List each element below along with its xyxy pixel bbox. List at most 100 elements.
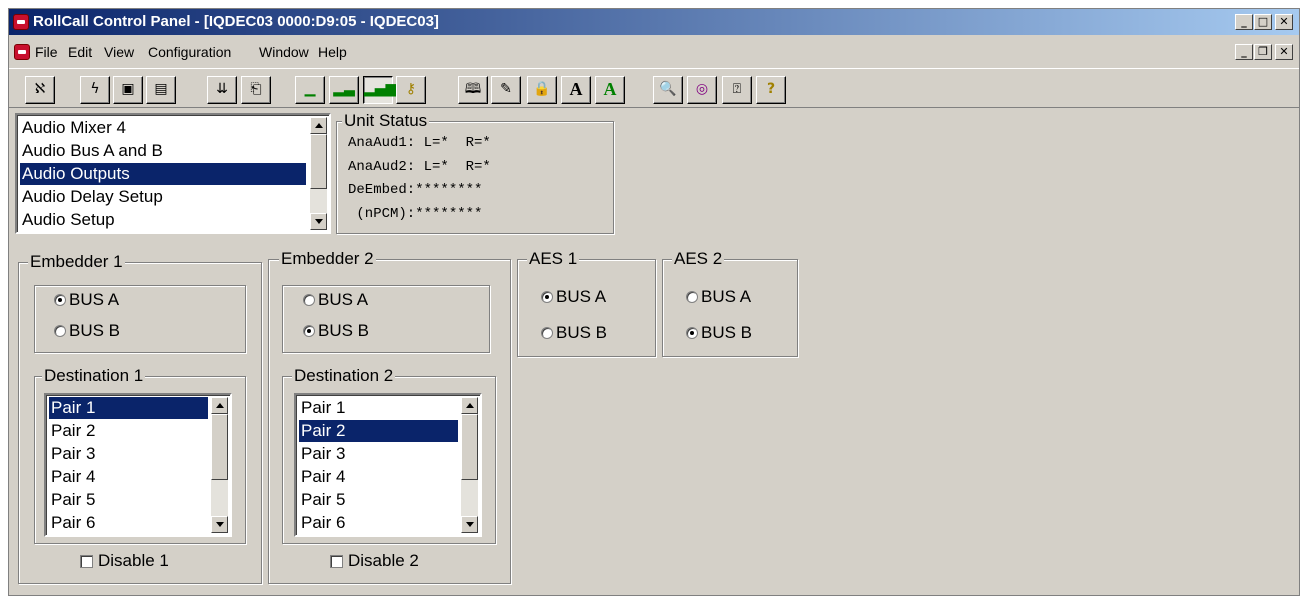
save-icon[interactable]: ▣ [113, 76, 143, 104]
scroll-thumb[interactable] [461, 414, 478, 480]
list-item[interactable]: Pair 5 [299, 489, 458, 511]
search-icon[interactable]: 🔍 [653, 76, 683, 104]
list-item[interactable]: Audio Setup [20, 209, 306, 231]
mdi-minimize-icon[interactable]: _ [1235, 44, 1253, 60]
menu-file[interactable]: File [35, 44, 58, 60]
save-all-icon[interactable]: ▤ [146, 76, 176, 104]
menu-list[interactable]: Audio Mixer 4 Audio Bus A and B Audio Ou… [15, 113, 331, 234]
list-item[interactable]: Audio Delay Setup [20, 186, 306, 208]
unit-status-label: Unit Status [342, 111, 430, 131]
title-bar: RollCall Control Panel - [IQDEC03 0000:D… [9, 9, 1299, 35]
level-3-icon[interactable]: ▂▄▆ [363, 76, 396, 104]
connect-icon[interactable]: ℵ [25, 76, 55, 104]
destination-2-list[interactable]: Pair 1 Pair 2 Pair 3 Pair 4 Pair 5 Pair … [294, 393, 482, 537]
list-item-selected[interactable]: Audio Outputs [20, 163, 306, 185]
aes-1-label: AES 1 [527, 249, 580, 269]
menu-configuration[interactable]: Configuration [148, 44, 231, 60]
scroll-thumb[interactable] [211, 414, 228, 480]
list-item[interactable]: Pair 4 [299, 466, 458, 488]
destination-2-scrollbar[interactable] [461, 397, 478, 533]
menu-window[interactable]: Window [259, 44, 309, 60]
disable-1-checkbox[interactable] [80, 555, 93, 568]
help-icon[interactable]: ? [756, 76, 786, 104]
font-a-green-icon[interactable]: A [595, 76, 625, 104]
close-icon[interactable]: ✕ [1275, 14, 1293, 30]
embedder-1-bus-b-radio[interactable] [54, 325, 66, 337]
scroll-up-icon[interactable] [461, 397, 478, 414]
aes-1-bus-b-radio[interactable] [541, 327, 553, 339]
menu-list-scrollbar[interactable] [310, 117, 327, 230]
embedder-2-label: Embedder 2 [279, 249, 376, 269]
disable-2-label[interactable]: Disable 2 [348, 551, 419, 571]
embedder-1-bus-b-label[interactable]: BUS B [69, 321, 120, 341]
document-icon[interactable]: ⎗ [241, 76, 271, 104]
lightning-icon[interactable]: ϟ [80, 76, 110, 104]
list-item-selected[interactable]: Pair 1 [49, 397, 208, 419]
window-title: RollCall Control Panel - [IQDEC03 0000:D… [33, 13, 439, 30]
mdi-document-icon[interactable] [14, 44, 30, 60]
edit-icon[interactable]: ✎ [491, 76, 521, 104]
list-item[interactable]: Pair 3 [49, 443, 208, 465]
unit-status-line: AnaAud1: L=* R=* [348, 135, 491, 151]
minimize-icon[interactable]: _ [1235, 14, 1253, 30]
aes-2-bus-a-radio[interactable] [686, 291, 698, 303]
help-screen-icon[interactable]: ⍰ [722, 76, 752, 104]
unit-status-line: AnaAud2: L=* R=* [348, 159, 491, 175]
embedder-2-bus-a-label[interactable]: BUS A [318, 290, 368, 310]
menu-help[interactable]: Help [318, 44, 347, 60]
scroll-thumb[interactable] [310, 134, 327, 189]
embedder-2-bus-b-radio[interactable] [303, 325, 315, 337]
aes-2-bus-b-radio[interactable] [686, 327, 698, 339]
lock-icon[interactable]: 🔒 [527, 76, 557, 104]
embedder-2-bus-b-label[interactable]: BUS B [318, 321, 369, 341]
embedder-1-bus-a-radio[interactable] [54, 294, 66, 306]
destination-1-label: Destination 1 [42, 366, 146, 386]
list-item[interactable]: Pair 3 [299, 443, 458, 465]
unit-status-line: (nPCM):******** [348, 206, 483, 222]
list-item[interactable]: Audio Bus A and B [20, 140, 306, 162]
list-item[interactable]: Pair 6 [299, 512, 458, 534]
network-down-icon[interactable]: ⇊ [207, 76, 237, 104]
disable-1-label[interactable]: Disable 1 [98, 551, 169, 571]
destination-1-scrollbar[interactable] [211, 397, 228, 533]
scroll-down-icon[interactable] [211, 516, 228, 533]
menu-edit[interactable]: Edit [68, 44, 92, 60]
aes-2-label: AES 2 [672, 249, 725, 269]
mdi-restore-icon[interactable]: ❐ [1254, 44, 1272, 60]
rollcall-app-icon[interactable] [13, 14, 29, 30]
embedder-1-bus-group [34, 285, 246, 353]
list-item[interactable]: Pair 6 [49, 512, 208, 534]
destination-2-label: Destination 2 [292, 366, 396, 386]
mdi-close-icon[interactable]: ✕ [1275, 44, 1293, 60]
aes-1-bus-b-label[interactable]: BUS B [556, 323, 607, 343]
list-item[interactable]: Pair 5 [49, 489, 208, 511]
aes-2-bus-a-label[interactable]: BUS A [701, 287, 751, 307]
list-item[interactable]: Pair 2 [49, 420, 208, 442]
embedder-1-label: Embedder 1 [28, 252, 125, 272]
aes-1-bus-a-radio[interactable] [541, 291, 553, 303]
list-item[interactable]: Audio Mixer 4 [20, 117, 306, 139]
aes-2-bus-b-label[interactable]: BUS B [701, 323, 752, 343]
disable-2-checkbox[interactable] [330, 555, 343, 568]
menu-bar: File Edit View Configuration Window Help… [9, 36, 1299, 68]
cd-icon[interactable]: ◎ [687, 76, 717, 104]
destination-1-list[interactable]: Pair 1 Pair 2 Pair 3 Pair 4 Pair 5 Pair … [44, 393, 232, 537]
level-2-icon[interactable]: ▂▃ [329, 76, 359, 104]
aes-1-bus-a-label[interactable]: BUS A [556, 287, 606, 307]
menu-view[interactable]: View [104, 44, 134, 60]
list-item[interactable]: Pair 4 [49, 466, 208, 488]
font-a-icon[interactable]: A [561, 76, 591, 104]
scroll-up-icon[interactable] [211, 397, 228, 414]
maximize-icon[interactable]: □ [1254, 14, 1272, 30]
scroll-down-icon[interactable] [461, 516, 478, 533]
unit-status-line: DeEmbed:******** [348, 182, 483, 198]
embedder-1-bus-a-label[interactable]: BUS A [69, 290, 119, 310]
list-item[interactable]: Pair 1 [299, 397, 458, 419]
level-1-icon[interactable]: ▁ [295, 76, 325, 104]
book-icon[interactable]: 🕮 [458, 76, 488, 104]
embedder-2-bus-a-radio[interactable] [303, 294, 315, 306]
list-item-selected[interactable]: Pair 2 [299, 420, 458, 442]
scroll-down-icon[interactable] [310, 213, 327, 230]
key-icon[interactable]: ⚷ [396, 76, 426, 104]
scroll-up-icon[interactable] [310, 117, 327, 134]
